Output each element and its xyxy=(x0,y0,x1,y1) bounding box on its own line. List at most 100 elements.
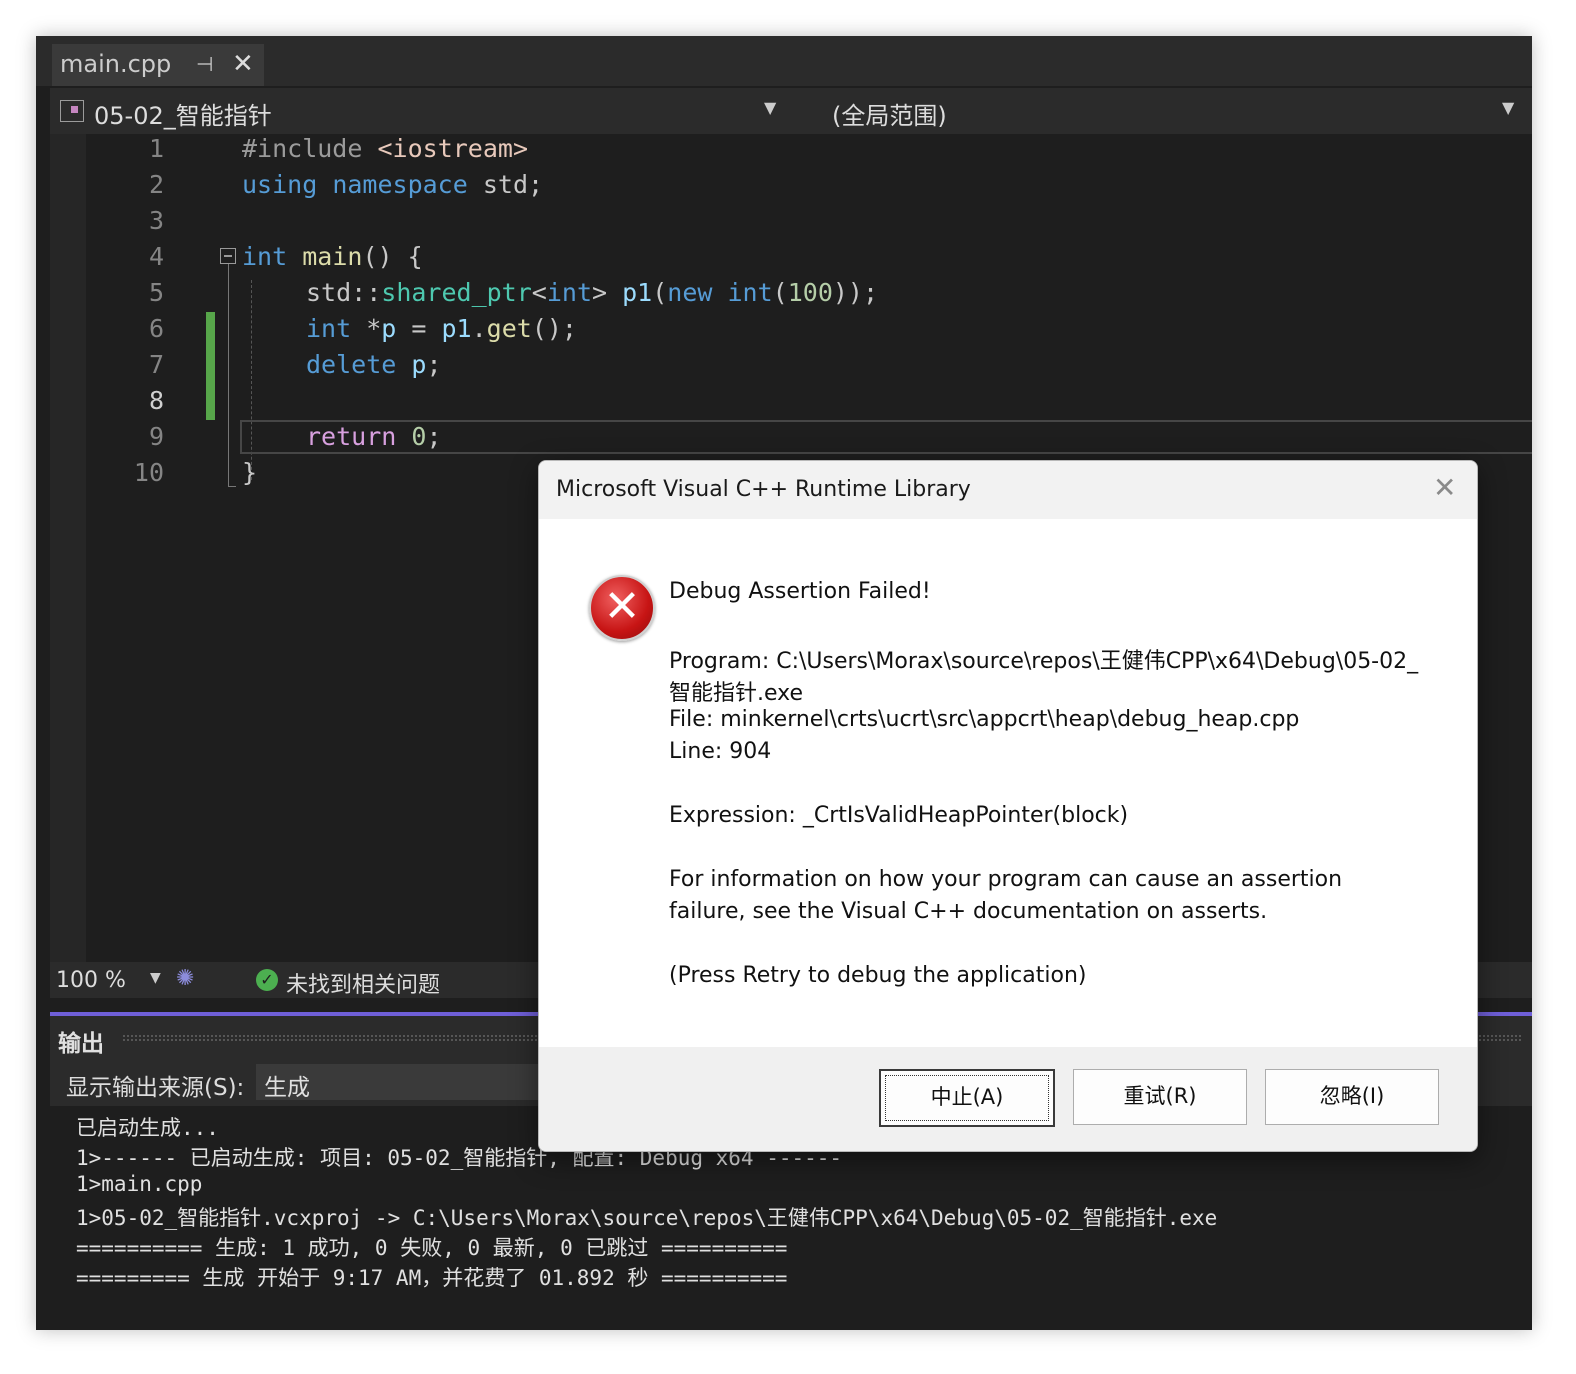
line-number: 10 xyxy=(133,458,164,487)
output-line: 1>main.cpp xyxy=(76,1172,203,1196)
runtime-error-dialog: Microsoft Visual C++ Runtime Library ✕ ✕… xyxy=(538,460,1478,1152)
output-source-value: 生成 xyxy=(264,1075,310,1101)
check-circle-icon: ✓ xyxy=(256,969,278,991)
expression-info: Expression: _CrtIsValidHeapPointer(block… xyxy=(669,803,1129,828)
code-token: :: xyxy=(351,278,382,307)
code-token: ( xyxy=(772,278,788,307)
line-number-info: Line: 904 xyxy=(669,739,772,764)
chevron-down-icon[interactable]: ▼ xyxy=(150,970,161,986)
tab-filename: main.cpp xyxy=(60,50,172,78)
dialog-button-bar: 中止(A) 重试(R) 忽略(I) xyxy=(539,1047,1477,1151)
code-text: #include <iostream> using namespace std;… xyxy=(242,134,878,487)
program-path-line-1: Program: C:\Users\Morax\source\repos\王健伟… xyxy=(669,649,1419,674)
info-line-2: failure, see the Visual C++ documentatio… xyxy=(669,899,1268,924)
code-token: )); xyxy=(832,278,879,307)
scope-label: (全局范围) xyxy=(832,102,947,130)
keyword: delete xyxy=(306,350,397,379)
output-title: 输出 xyxy=(58,1031,104,1057)
document-tab-strip: main.cpp ⊣ ✕ xyxy=(36,36,1532,86)
keyword: int xyxy=(546,278,592,307)
project-icon xyxy=(60,100,84,122)
line-number-gutter: 1 2 3 4 5 6 7 8 9 10 xyxy=(86,134,186,964)
line-number: 6 xyxy=(148,314,164,343)
include-header: <iostream> xyxy=(377,134,528,163)
output-line: 已启动生成... xyxy=(76,1116,219,1140)
code-token: ; xyxy=(426,422,442,451)
code-line-7: delete p; xyxy=(306,350,442,386)
line-number: 2 xyxy=(148,170,164,199)
scope-dropdown[interactable]: (全局范围) ▼ xyxy=(810,92,1528,130)
keyword: int xyxy=(306,314,352,343)
line-number-current: 8 xyxy=(148,386,164,415)
retry-button[interactable]: 重试(R) xyxy=(1073,1069,1247,1125)
code-line-4: int main() { xyxy=(242,242,423,278)
code-token: std; xyxy=(467,170,544,199)
navigation-bar: 05-02_智能指针 ▼ (全局范围) ▼ xyxy=(50,88,1532,135)
zoom-level[interactable]: 100 % xyxy=(56,968,126,993)
keyword: new xyxy=(667,278,713,307)
selection-margin[interactable] xyxy=(50,134,86,964)
tab-main-cpp[interactable]: main.cpp ⊣ ✕ xyxy=(52,44,264,86)
ignore-button[interactable]: 忽略(I) xyxy=(1265,1069,1439,1125)
output-source-label: 显示输出来源(S): xyxy=(66,1075,245,1101)
line-number: 9 xyxy=(148,422,164,451)
variable: p1 xyxy=(622,278,653,307)
dialog-title-bar[interactable]: Microsoft Visual C++ Runtime Library ✕ xyxy=(539,461,1477,519)
error-icon-glyph: ✕ xyxy=(603,581,641,632)
namespace-token: std xyxy=(306,278,352,307)
function-name: main xyxy=(302,242,363,271)
variable: p xyxy=(411,350,427,379)
output-line: ========= 生成 开始于 9:17 AM，并花费了 01.892 秒 =… xyxy=(76,1266,788,1290)
code-token: > xyxy=(592,278,623,307)
code-token: ; xyxy=(426,350,442,379)
code-token: ( xyxy=(652,278,668,307)
line-number: 5 xyxy=(148,278,164,307)
outline-end xyxy=(228,486,236,487)
program-path-line-2: 智能指针.exe xyxy=(669,681,804,706)
keyword: using xyxy=(242,170,318,199)
change-tracking-bar xyxy=(206,312,215,420)
output-line: ========== 生成: 1 成功, 0 失败, 0 最新, 0 已跳过 =… xyxy=(76,1236,788,1260)
project-dropdown[interactable]: 05-02_智能指针 ▼ xyxy=(58,92,788,130)
code-token: < xyxy=(531,278,547,307)
dialog-title: Microsoft Visual C++ Runtime Library xyxy=(556,477,971,502)
close-icon[interactable]: ✕ xyxy=(232,49,254,79)
code-token: () { xyxy=(362,242,423,271)
code-token: * xyxy=(351,314,382,343)
type-name: shared_ptr xyxy=(381,278,532,307)
code-line-2: using namespace std; xyxy=(242,170,543,206)
abort-button[interactable]: 中止(A) xyxy=(879,1069,1055,1127)
info-line-1: For information on how your program can … xyxy=(669,867,1343,892)
keyword: int xyxy=(242,242,288,271)
preprocessor-directive: #include xyxy=(242,134,363,163)
keyword: return xyxy=(306,422,397,451)
line-number: 1 xyxy=(148,134,164,163)
code-line-6: int *p = p1.get(); xyxy=(306,314,577,350)
issues-status[interactable]: 未找到相关问题 xyxy=(286,967,440,999)
output-line: 1>05-02_智能指针.vcxproj -> C:\Users\Morax\s… xyxy=(76,1206,1218,1230)
code-line-1: #include <iostream> xyxy=(242,134,528,170)
code-line-9: return 0; xyxy=(306,422,442,458)
code-token: (); xyxy=(531,314,577,343)
error-icon: ✕ xyxy=(589,575,655,641)
close-icon[interactable]: ✕ xyxy=(1433,471,1456,504)
collapse-icon[interactable] xyxy=(220,248,236,264)
project-label: 05-02_智能指针 xyxy=(94,102,272,130)
function-name: get xyxy=(486,314,532,343)
keyword: int xyxy=(727,278,773,307)
variable: p xyxy=(381,314,397,343)
press-retry-hint: (Press Retry to debug the application) xyxy=(669,963,1087,988)
variable: p1 xyxy=(441,314,472,343)
pin-icon[interactable]: ⊣ xyxy=(196,52,213,76)
code-token: = xyxy=(396,314,442,343)
chevron-down-icon: ▼ xyxy=(1502,98,1515,117)
outline-line xyxy=(228,264,229,486)
assertion-heading: Debug Assertion Failed! xyxy=(669,579,931,604)
code-token: . xyxy=(471,314,487,343)
code-line-5: std::shared_ptr<int> p1(new int(100)); xyxy=(306,278,878,314)
code-line-10: } xyxy=(242,458,257,494)
intellicode-icon[interactable]: ✺ xyxy=(176,966,198,991)
chevron-down-icon: ▼ xyxy=(764,98,777,117)
